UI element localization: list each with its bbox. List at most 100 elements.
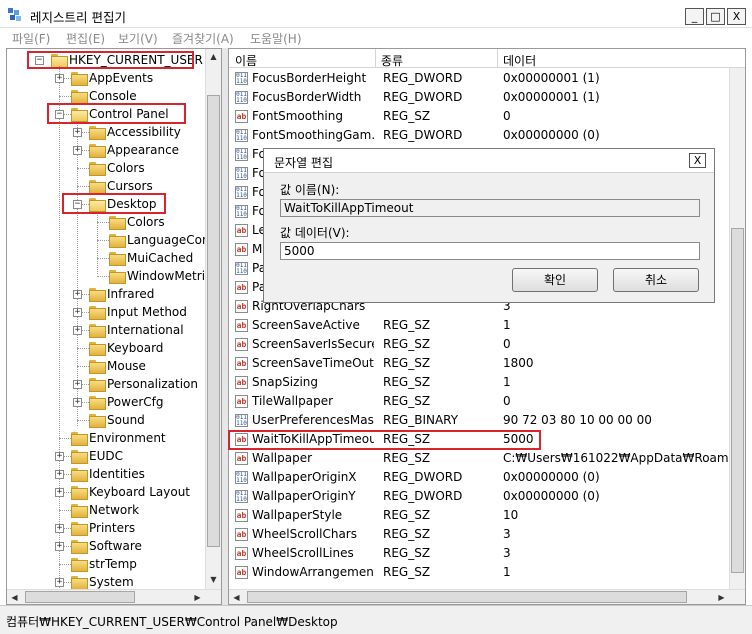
expand-icon[interactable]: + — [55, 488, 64, 497]
tree-item[interactable]: + Personalization — [7, 376, 205, 394]
values-list[interactable]: 이름 종류 데이터 011 110 FocusBorderHeight REG_DW… — [228, 48, 746, 605]
tree-scroll-thumb[interactable] — [207, 95, 220, 547]
registry-tree[interactable]: − HKEY_CURRENT_USER + AppEvents Console − Cont… — [6, 48, 222, 605]
tree-item[interactable]: + Identities — [7, 466, 205, 484]
menu-favorites[interactable]: 즐겨찾기(A) — [172, 30, 234, 47]
expand-icon[interactable]: + — [73, 308, 82, 317]
list-row[interactable]: ab Wallpaper REG_SZ C:₩Users₩161022₩AppData… — [229, 449, 745, 468]
tree-item[interactable]: + Software — [7, 538, 205, 556]
tree-item[interactable]: + Printers — [7, 520, 205, 538]
scroll-left-arrow-icon[interactable]: ◀ — [7, 590, 22, 604]
menu-file[interactable]: 파일(F) — [12, 30, 50, 47]
scroll-left-arrow-icon[interactable]: ◀ — [229, 590, 244, 604]
tree-item[interactable]: Mouse — [7, 358, 205, 376]
tree-item[interactable]: Colors — [7, 160, 205, 178]
maximize-button[interactable]: □ — [706, 8, 725, 25]
expand-icon[interactable]: + — [55, 74, 64, 83]
menu-edit[interactable]: 편집(E) — [66, 30, 105, 47]
tree-item[interactable]: + Infrared — [7, 286, 205, 304]
collapse-icon[interactable]: − — [35, 56, 44, 65]
list-row[interactable]: 011 110 FontSmoothingGam... REG_DWORD 0x000… — [229, 126, 745, 145]
list-row[interactable]: ab ScreenSaveActive REG_SZ 1 — [229, 316, 745, 335]
tree-item[interactable]: LanguageConf — [7, 232, 214, 250]
list-row[interactable]: 011 110 WallpaperOriginY REG_DWORD 0x000000… — [229, 487, 745, 506]
tree-item[interactable]: + AppEvents — [7, 70, 205, 88]
tree-item[interactable]: Sound — [7, 412, 205, 430]
tree-root-hkcu[interactable]: − HKEY_CURRENT_USER — [7, 52, 205, 70]
list-row[interactable]: ab ScreenSaveTimeOut REG_SZ 1800 — [229, 354, 745, 373]
expand-icon[interactable]: + — [73, 380, 82, 389]
column-data[interactable]: 데이터 — [503, 52, 536, 69]
collapse-icon[interactable]: − — [73, 200, 82, 209]
minimize-button[interactable]: _ — [685, 8, 704, 25]
tree-item[interactable]: + Keyboard Layout — [7, 484, 205, 502]
tree-item[interactable]: − Desktop — [7, 196, 205, 214]
tree-vertical-scrollbar[interactable]: ▲ ▼ — [205, 49, 221, 589]
expand-icon[interactable]: + — [73, 128, 82, 137]
list-row[interactable]: ab WallpaperStyle REG_SZ 10 — [229, 506, 745, 525]
tree-item[interactable]: + PowerCfg — [7, 394, 205, 412]
tree-item[interactable]: Keyboard — [7, 340, 205, 358]
scroll-right-arrow-icon[interactable]: ▶ — [190, 590, 205, 604]
expand-icon[interactable]: + — [73, 290, 82, 299]
list-row[interactable]: ab FontSmoothing REG_SZ 0 — [229, 107, 745, 126]
list-row[interactable]: 011 110 FocusBorderWidth REG_DWORD 0x000000… — [229, 88, 745, 107]
dialog-close-button[interactable]: X — [689, 153, 706, 168]
scroll-up-arrow-icon[interactable]: ▲ — [206, 49, 221, 64]
expand-icon[interactable]: + — [73, 398, 82, 407]
menu-help[interactable]: 도움말(H) — [250, 30, 302, 47]
ok-button[interactable]: 확인 — [512, 268, 598, 292]
tree-item[interactable]: + Appearance — [7, 142, 205, 160]
list-scroll-thumb[interactable] — [731, 228, 744, 573]
expand-icon[interactable]: + — [55, 524, 64, 533]
list-hscroll-thumb[interactable] — [247, 591, 687, 603]
list-row[interactable]: ab TileWallpaper REG_SZ 0 — [229, 392, 745, 411]
expand-icon[interactable]: + — [73, 146, 82, 155]
tree-item[interactable]: WindowMetric — [7, 268, 212, 286]
tree-item[interactable]: + Input Method — [7, 304, 205, 322]
tree-horizontal-scrollbar[interactable]: ◀ ▶ — [7, 589, 221, 604]
tree-item-label: Console — [89, 89, 137, 103]
collapse-icon[interactable]: − — [55, 110, 64, 119]
tree-guide-line — [97, 240, 109, 241]
tree-item[interactable]: + EUDC — [7, 448, 205, 466]
list-row[interactable]: ab WaitToKillAppTimeout REG_SZ 5000 — [229, 430, 745, 449]
tree-item[interactable]: Colors — [7, 214, 205, 232]
tree-item[interactable]: + International — [7, 322, 205, 340]
expand-icon[interactable]: + — [73, 326, 82, 335]
tree-item[interactable]: Network — [7, 502, 205, 520]
expand-icon[interactable]: + — [55, 578, 64, 587]
cell-data: 0x00000000 (0) — [503, 470, 600, 484]
tree-item[interactable]: MuiCached — [7, 250, 205, 268]
tree-item[interactable]: − Control Panel — [7, 106, 205, 124]
expand-icon[interactable]: + — [55, 452, 64, 461]
list-row[interactable]: ab WheelScrollChars REG_SZ 3 — [229, 525, 745, 544]
expand-icon[interactable]: + — [55, 470, 64, 479]
tree-hscroll-thumb[interactable] — [25, 591, 135, 603]
list-row[interactable]: ab ScreenSaverIsSecure REG_SZ 0 — [229, 335, 745, 354]
column-name[interactable]: 이름 — [235, 52, 257, 69]
list-horizontal-scrollbar[interactable]: ◀ ▶ — [229, 589, 745, 604]
list-row[interactable]: 011 110 FocusBorderHeight REG_DWORD 0x00000… — [229, 69, 745, 88]
cancel-button[interactable]: 취소 — [613, 268, 699, 292]
tree-item[interactable]: Environment — [7, 430, 205, 448]
expand-icon[interactable]: + — [55, 542, 64, 551]
tree-item[interactable]: Cursors — [7, 178, 205, 196]
tree-item[interactable]: + Accessibility — [7, 124, 205, 142]
close-button[interactable]: X — [727, 8, 746, 25]
list-row[interactable]: ab WindowArrangement... REG_SZ 1 — [229, 563, 745, 582]
value-data-input[interactable]: 5000 — [280, 242, 700, 260]
string-value-icon: ab — [235, 357, 248, 370]
tree-item[interactable]: Console — [7, 88, 205, 106]
list-row[interactable]: ab SnapSizing REG_SZ 1 — [229, 373, 745, 392]
list-row[interactable]: 011 110 UserPreferencesMask REG_BINARY 90 7… — [229, 411, 745, 430]
folder-open-icon — [71, 108, 88, 122]
list-vertical-scrollbar[interactable] — [729, 68, 745, 589]
column-type[interactable]: 종류 — [381, 52, 403, 69]
list-row[interactable]: ab WheelScrollLines REG_SZ 3 — [229, 544, 745, 563]
scroll-right-arrow-icon[interactable]: ▶ — [714, 590, 729, 604]
scroll-down-arrow-icon[interactable]: ▼ — [206, 572, 221, 587]
menu-view[interactable]: 보기(V) — [118, 30, 158, 47]
list-row[interactable]: 011 110 WallpaperOriginX REG_DWORD 0x000000… — [229, 468, 745, 487]
tree-item[interactable]: strTemp — [7, 556, 205, 574]
